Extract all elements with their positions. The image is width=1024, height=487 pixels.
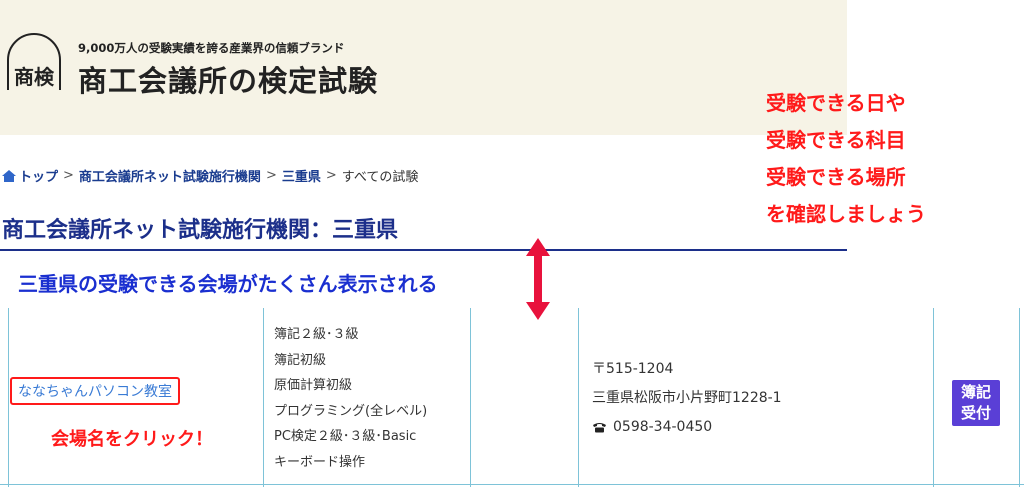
table-divider xyxy=(578,308,579,487)
badge-line: 簿記 xyxy=(960,383,991,401)
table-divider xyxy=(263,308,264,487)
venue-postal-code: 〒515-1204 xyxy=(592,361,674,377)
list-item: プログラミング(全レベル) xyxy=(274,403,428,419)
breadcrumb-separator: > xyxy=(63,168,74,183)
annotation-click-venue: 会場名をクリック！ xyxy=(51,429,213,450)
annotation-line: 受験できる科目 xyxy=(766,128,906,152)
table-divider xyxy=(8,308,9,487)
logo-text: 商検 xyxy=(14,65,55,89)
list-item: 簿記初級 xyxy=(274,352,327,368)
venue-name-link[interactable]: ななちゃんパソコン教室 xyxy=(10,377,180,405)
annotation-line: 受験できる日や xyxy=(766,91,906,115)
table-divider xyxy=(470,308,471,487)
bookkeeping-accepting-badge: 簿記 受付 xyxy=(952,380,1000,426)
breadcrumb-current: すべての試験 xyxy=(341,170,419,185)
breadcrumb-home[interactable]: トップ xyxy=(19,166,58,185)
site-title[interactable]: 商工会議所の検定試験 xyxy=(78,58,378,100)
breadcrumb-item-mie[interactable]: 三重県 xyxy=(282,166,321,185)
annotation-check-info: 受験できる日や 受験できる科目 受験できる場所 を確認しましょう xyxy=(766,85,1016,233)
site-tagline: 9,000万人の受験実績を誇る産業界の信頼ブランド xyxy=(78,41,345,55)
badge-line: 受付 xyxy=(960,404,991,422)
site-header: 商検 9,000万人の受験実績を誇る産業界の信頼ブランド 商工会議所の検定試験 xyxy=(0,0,847,135)
phone-icon xyxy=(593,423,606,433)
list-item: PC検定２級･３級･Basic xyxy=(274,429,417,444)
home-icon xyxy=(2,169,16,182)
breadcrumb-separator: > xyxy=(265,168,277,183)
breadcrumb-separator: > xyxy=(325,168,337,183)
venue-address-block: 〒515-1204 三重県松阪市小片野町1228-1 0598-34-0450 xyxy=(592,355,782,442)
title-divider xyxy=(0,249,847,251)
list-item: 原価計算初級 xyxy=(274,378,353,393)
table-divider xyxy=(1019,308,1020,487)
list-item: キーボード操作 xyxy=(274,454,366,470)
annotation-line: 受験できる場所 xyxy=(766,165,906,189)
venue-phone-row: 0598-34-0450 xyxy=(592,413,782,442)
page-title: 商工会議所ネット試験施行機関：三重県 xyxy=(2,218,399,243)
logo-icon[interactable]: 商検 xyxy=(0,30,68,98)
venue-address: 三重県松阪市小片野町1228-1 xyxy=(592,390,782,406)
table-divider xyxy=(933,308,934,487)
venue-subject-list: 簿記２級･３級 簿記初級 原価計算初級 プログラミング(全レベル) PC検定２級… xyxy=(274,322,427,475)
annotation-line: を確認しましょう xyxy=(766,202,926,226)
breadcrumb-item-net-test[interactable]: 商工会議所ネット試験施行機関 xyxy=(79,166,261,185)
list-item: 簿記２級･３級 xyxy=(274,327,359,342)
venue-phone: 0598-34-0450 xyxy=(613,419,713,435)
breadcrumb: トップ > 商工会議所ネット試験施行機関 > 三重県 > すべての試験 xyxy=(2,166,418,185)
table-divider xyxy=(0,484,1024,485)
annotation-many-venues: 三重県の受験できる会場がたくさん表示される xyxy=(18,272,438,296)
